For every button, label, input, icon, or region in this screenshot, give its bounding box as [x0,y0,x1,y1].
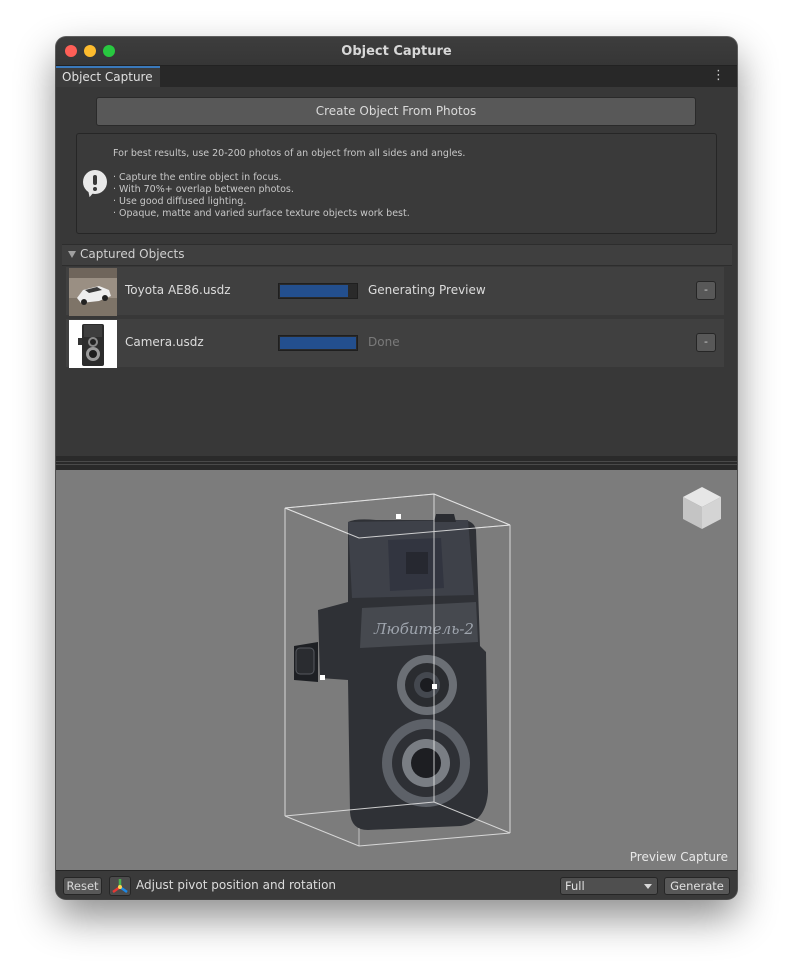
progress-fill [280,337,356,349]
tab-object-capture[interactable]: Object Capture [56,66,160,87]
car-thumbnail [69,268,117,316]
remove-object-button[interactable]: - [696,281,716,300]
cube-gizmo-icon[interactable] [681,485,723,531]
camera-thumbnail [69,320,117,368]
generate-button[interactable]: Generate [664,877,730,895]
help-tip: · Capture the entire object in focus. [113,172,282,183]
captured-objects-title: Captured Objects [80,247,185,261]
pivot-label: Adjust pivot position and rotation [136,878,337,892]
captured-object-row[interactable]: Camera.usdz Done - [66,319,724,368]
vertical-ellipsis-icon[interactable]: ⋮ [712,67,725,85]
preview-viewport[interactable]: Любитель-2 Preview Capture [56,470,737,870]
disclosure-triangle-icon[interactable] [68,251,76,258]
help-intro: For best results, use 20-200 photos of a… [113,148,466,159]
preview-capture-label: Preview Capture [629,850,728,864]
help-box: For best results, use 20-200 photos of a… [76,133,717,234]
reset-button[interactable]: Reset [63,877,102,895]
model-brand-text: Любитель-2 [373,620,474,638]
chevron-down-icon [644,884,652,889]
help-tip: · With 70%+ overlap between photos. [113,184,294,195]
quality-value: Full [565,879,585,893]
help-tip: · Opaque, matte and varied surface textu… [113,208,410,219]
window-title: Object Capture [341,44,452,59]
title-bar: Object Capture [56,37,737,66]
help-tip: · Use good diffused lighting. [113,196,247,207]
speech-bubble-exclamation-icon [83,170,107,199]
tab-bar: Object Capture ⋮ [56,66,737,87]
quality-select[interactable]: Full [560,877,658,895]
object-name: Camera.usdz [125,335,204,349]
create-object-button[interactable]: Create Object From Photos [96,97,696,126]
preview-link[interactable]: Preview [439,283,486,297]
panel-splitter[interactable] [56,456,737,470]
object-name: Toyota AE86.usdz [125,283,231,297]
pivot-gizmo-icon[interactable] [109,876,131,896]
status-text: Generating [368,283,436,297]
progress-fill [280,285,349,297]
remove-object-button[interactable]: - [696,333,716,352]
object-capture-window: Object Capture Object Capture ⋮ Create O… [56,37,737,899]
progress-bar [278,335,358,351]
camera-model-preview: Любитель-2 [284,493,511,847]
captured-object-row[interactable]: Toyota AE86.usdz Generating Preview - [66,267,724,316]
status-text: Done [368,335,400,349]
captured-objects-header[interactable]: Captured Objects [62,244,732,266]
bottom-toolbar: Reset Adjust pivot position and rotation… [56,870,737,899]
progress-bar [278,283,358,299]
